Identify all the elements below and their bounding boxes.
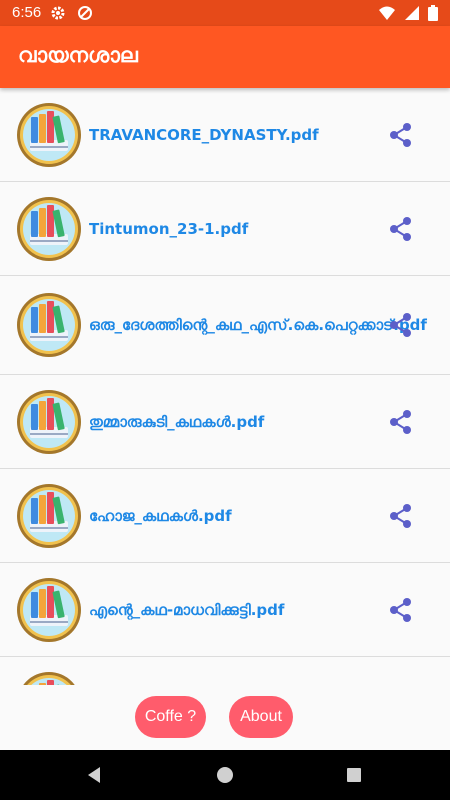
- battery-icon: [428, 5, 438, 21]
- list-item[interactable]: Tintumon_23-1.pdf: [0, 182, 450, 276]
- book-icon: [17, 102, 81, 167]
- app-title: വായനശാല: [18, 43, 138, 67]
- home-icon[interactable]: [213, 763, 237, 787]
- pdf-file-list[interactable]: TRAVANCORE_DYNASTY.pdf Tintumon_23-1.pdf: [0, 88, 450, 685]
- share-icon[interactable]: [387, 215, 415, 243]
- file-name[interactable]: Tintumon_23-1.pdf: [89, 218, 370, 240]
- list-item[interactable]: എന്റെ_കഥ-മാധവിക്കുട്ടി.pdf: [0, 563, 450, 657]
- file-name[interactable]: തുമ്മാരുകുടി_കഥകൾ.pdf: [89, 411, 370, 433]
- share-icon[interactable]: [387, 502, 415, 530]
- book-icon: [17, 389, 81, 454]
- file-name[interactable]: TRAVANCORE_DYNASTY.pdf: [89, 124, 370, 146]
- list-item[interactable]: ഹോജ_കഥകൾ.pdf: [0, 469, 450, 563]
- list-item[interactable]: ഒരു_ദേശത്തിന്റെ_കഥ_എസ്.കെ.പെറ്റക്കാട്.pd…: [0, 276, 450, 375]
- app-bar: വായനശാല: [0, 26, 450, 88]
- book-icon: [17, 196, 81, 261]
- book-icon: [17, 577, 81, 642]
- back-icon[interactable]: [82, 763, 106, 787]
- status-bar: 6:56: [0, 0, 450, 26]
- file-name[interactable]: എന്റെ_കഥ-മാധവിക്കുട്ടി.pdf: [89, 599, 370, 621]
- settings-icon: [51, 6, 65, 20]
- list-item[interactable]: തുമ്മാരുകുടി_കഥകൾ.pdf: [0, 375, 450, 469]
- data-saver-icon: [78, 6, 93, 20]
- list-item[interactable]: [0, 657, 450, 685]
- about-button[interactable]: About: [229, 696, 293, 738]
- status-time: 6:56: [12, 4, 42, 21]
- book-icon: [17, 483, 81, 548]
- navigation-bar: [0, 750, 450, 800]
- signal-icon: [404, 6, 419, 20]
- share-icon[interactable]: [387, 596, 415, 624]
- bottom-actions: Coffe ? About: [0, 685, 450, 750]
- list-item[interactable]: TRAVANCORE_DYNASTY.pdf: [0, 88, 450, 182]
- book-icon: [22, 671, 76, 685]
- file-name[interactable]: ഹോജ_കഥകൾ.pdf: [89, 505, 370, 527]
- recents-icon[interactable]: [342, 763, 366, 787]
- coffee-button[interactable]: Coffe ?: [135, 696, 206, 738]
- wifi-icon: [378, 6, 395, 20]
- share-icon[interactable]: [387, 311, 415, 339]
- book-icon: [17, 293, 81, 357]
- file-name[interactable]: ഒരു_ദേശത്തിന്റെ_കഥ_എസ്.കെ.പെറ്റക്കാട്.pd…: [89, 314, 427, 336]
- share-icon[interactable]: [387, 408, 415, 436]
- share-icon[interactable]: [387, 121, 415, 149]
